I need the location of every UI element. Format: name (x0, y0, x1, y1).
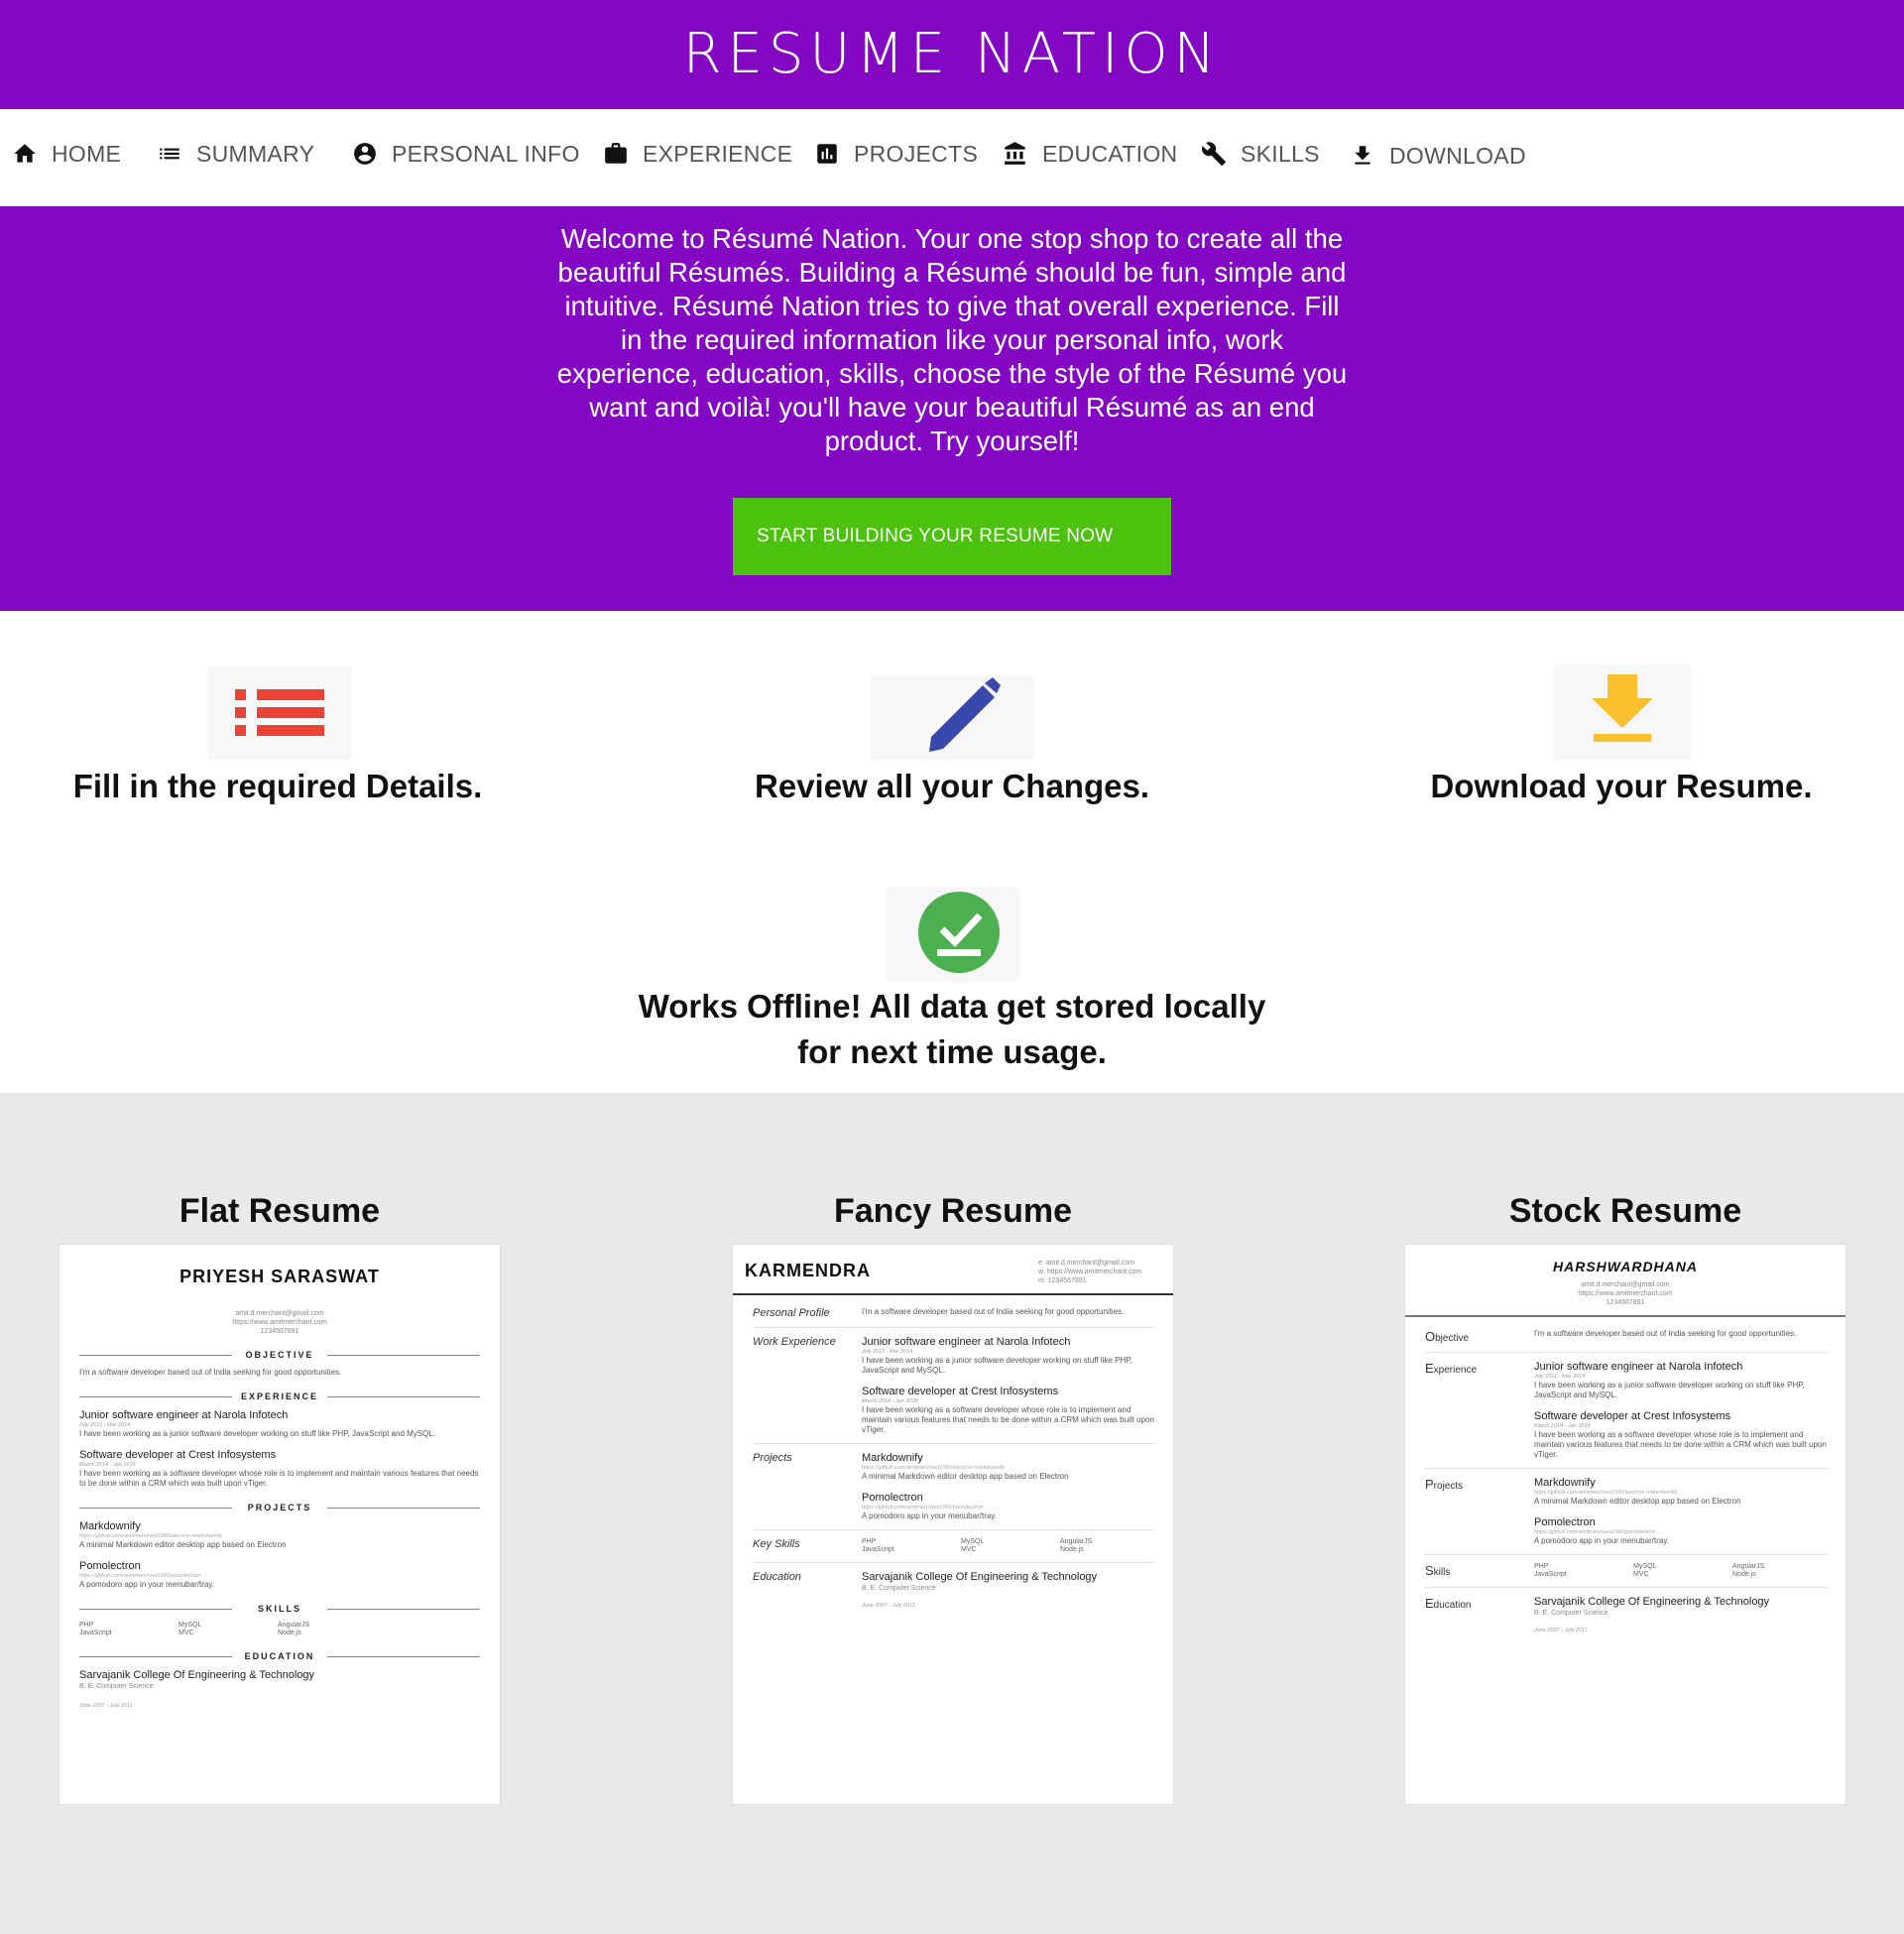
section-heading: PROJECTS (79, 1501, 480, 1514)
project-link: https://github.com/amitmerchant1990/pomo… (79, 1573, 201, 1579)
nav-item-label: HOME (52, 140, 122, 167)
education-dates: June 2007 - July 2011 (79, 1703, 133, 1709)
job-title: Software developer at Crest Infosystems (79, 1449, 277, 1461)
nav-item-experience[interactable]: EXPERIENCE (603, 129, 792, 179)
objective-text: I'm a software developer based out of In… (79, 1368, 342, 1377)
feature-title-offline-line1: Works Offline! All data get stored local… (638, 988, 1266, 1025)
gallery-title-flat: Flat Resume (178, 1192, 381, 1230)
skills-grid: PHP JavaScript MySQL MVC AngularJS Node.js (79, 1622, 310, 1636)
account-circle-icon (354, 143, 376, 165)
job-title: Junior software engineer at Narola Infot… (79, 1409, 289, 1421)
education-degree: B. E. Computer Science (79, 1683, 154, 1690)
nav-item-home[interactable]: HOME (12, 129, 121, 179)
institution-icon (1005, 142, 1025, 165)
job-dates: July 2011 - Mar 2014 (79, 1422, 131, 1428)
job-description: I have been working as a software develo… (79, 1469, 479, 1488)
brand-logo[interactable]: RESUME NATION (0, 22, 1904, 87)
start-building-button[interactable]: START BUILDING YOUR RESUME NOW (733, 498, 1171, 575)
gallery-title-fancy: Fancy Resume (834, 1192, 1072, 1230)
feature-download-tile (1554, 665, 1691, 760)
resume-website: https://www.amitmerchant.com (232, 1319, 327, 1326)
skills-row: Key Skills PHP JavaScript MySQL MVC Angula… (753, 1530, 1155, 1563)
experience-row: Experience Junior software engineer at N… (1425, 1353, 1828, 1469)
offline-check-icon (918, 892, 1000, 973)
list-icon (235, 689, 324, 736)
resume-email: amit.d.merchant@gmail.com (1581, 1281, 1670, 1288)
nav-item-label: DOWNLOAD (1389, 142, 1526, 169)
projects-row: Projects Markdownify https://github.com/… (753, 1444, 1155, 1530)
list-icon (160, 148, 179, 160)
project-name: Pomolectron (79, 1560, 141, 1572)
job-description: I have been working as a junior software… (79, 1429, 436, 1438)
flat-resume-thumbnail[interactable]: PRIYESH SARASWAT amit.d.merchant@gmail.c… (59, 1244, 501, 1805)
stock-header: HARSHWARDHANA amit.d.merchant@gmail.com … (1405, 1245, 1845, 1317)
nav-item-label: SKILLS (1241, 140, 1320, 167)
project-name: Markdownify (79, 1520, 141, 1532)
skills-row: Skills PHP JavaScript MySQL MVC AngularJS N… (1425, 1555, 1828, 1588)
feature-review-tile (872, 676, 1034, 760)
main-nav: HOME SUMMARY PERSONAL INFO EXPERIENCE PR… (0, 109, 1904, 206)
gallery-title-stock: Stock Resume (1508, 1192, 1742, 1230)
project-description: A pomodoro app in your menubar/tray. (79, 1580, 214, 1589)
resume-website: w: https://www.amitmerchant.com (1038, 1269, 1142, 1275)
feature-title-offline-line2: for next time usage. (797, 1033, 1107, 1070)
resume-email: amit.d.merchant@gmail.com (235, 1310, 324, 1317)
resume-name: HARSHWARDHANA (1553, 1259, 1698, 1274)
nav-item-download[interactable]: DOWNLOAD (1350, 131, 1526, 181)
pencil-icon (929, 677, 1001, 752)
nav-item-label: EXPERIENCE (643, 140, 793, 167)
profile-row: Personal Profile I'm a software develope… (753, 1299, 1155, 1328)
section-heading: EXPERIENCE (79, 1390, 480, 1403)
nav-item-personal-info[interactable]: PERSONAL INFO (352, 129, 580, 179)
hero-intro-text: Welcome to Résumé Nation. Your one stop … (556, 223, 1348, 456)
top-header: RESUME NATION (0, 0, 1904, 109)
feature-details-tile (207, 666, 352, 760)
hero-banner: Welcome to Résumé Nation. Your one stop … (0, 206, 1904, 611)
projects-row: Projects Markdownify https://github.com/… (1425, 1469, 1828, 1555)
nav-item-education[interactable]: EDUCATION (1003, 129, 1177, 179)
nav-item-projects[interactable]: PROJECTS (814, 129, 978, 179)
project-description: A minimal Markdown editor desktop app ba… (79, 1540, 287, 1549)
download-icon (1355, 146, 1370, 165)
wrench-icon (1202, 142, 1226, 166)
feature-title-review: Review all your Changes. (755, 768, 1149, 804)
fancy-header: KARMENDRA e: amit.d.merchant@gmail.com w… (733, 1245, 1173, 1295)
section-heading: EDUCATION (79, 1649, 480, 1663)
job-dates: March 2014 - Jan 2018 (79, 1462, 136, 1468)
resume-email: e: amit.d.merchant@gmail.com (1038, 1260, 1134, 1267)
briefcase-icon (605, 143, 627, 164)
objective-row: Objective I'm a software developer based… (1425, 1321, 1828, 1353)
stock-resume-thumbnail[interactable]: HARSHWARDHANA amit.d.merchant@gmail.com … (1404, 1244, 1846, 1805)
resume-name: KARMENDRA (745, 1261, 871, 1280)
section-heading: SKILLS (79, 1602, 480, 1616)
nav-item-skills[interactable]: SKILLS (1201, 129, 1320, 179)
nav-item-label: PROJECTS (854, 140, 979, 167)
project-link: https://github.com/amitmerchant1990/elec… (79, 1533, 223, 1539)
bar-chart-icon (817, 144, 837, 164)
feature-title-offline: Works Offline! All data get stored local… (555, 984, 1349, 1075)
nav-item-label: PERSONAL INFO (392, 140, 580, 167)
nav-item-label: SUMMARY (196, 140, 315, 167)
download-icon (1592, 674, 1653, 742)
experience-row: Work Experience Junior software engineer… (753, 1328, 1155, 1444)
feature-title-download: Download your Resume. (1430, 768, 1813, 804)
nav-item-summary[interactable]: SUMMARY (157, 129, 314, 179)
feature-offline-tile (886, 888, 1019, 981)
resume-website: https://www.amitmerchant.com (1578, 1290, 1673, 1297)
resume-phone: 1234567891 (1606, 1299, 1645, 1306)
resume-phone: 1234567891 (260, 1328, 299, 1335)
nav-item-label: EDUCATION (1042, 140, 1178, 167)
section-heading: OBJECTIVE (79, 1348, 480, 1362)
resume-phone: m: 1234567891 (1038, 1277, 1087, 1284)
education-row: Education Sarvajanik College Of Engineer… (1425, 1596, 1770, 1633)
template-gallery: Flat Resume Fancy Resume Stock Resume PR… (0, 1093, 1904, 1934)
education-row: Education Sarvajanik College Of Engineer… (753, 1571, 1098, 1609)
education-school: Sarvajanik College Of Engineering & Tech… (79, 1669, 315, 1681)
fancy-resume-thumbnail[interactable]: KARMENDRA e: amit.d.merchant@gmail.com w… (732, 1244, 1174, 1805)
home-icon (14, 144, 36, 163)
feature-title-details: Fill in the required Details. (72, 768, 483, 804)
resume-name: PRIYESH SARASWAT (179, 1267, 380, 1286)
